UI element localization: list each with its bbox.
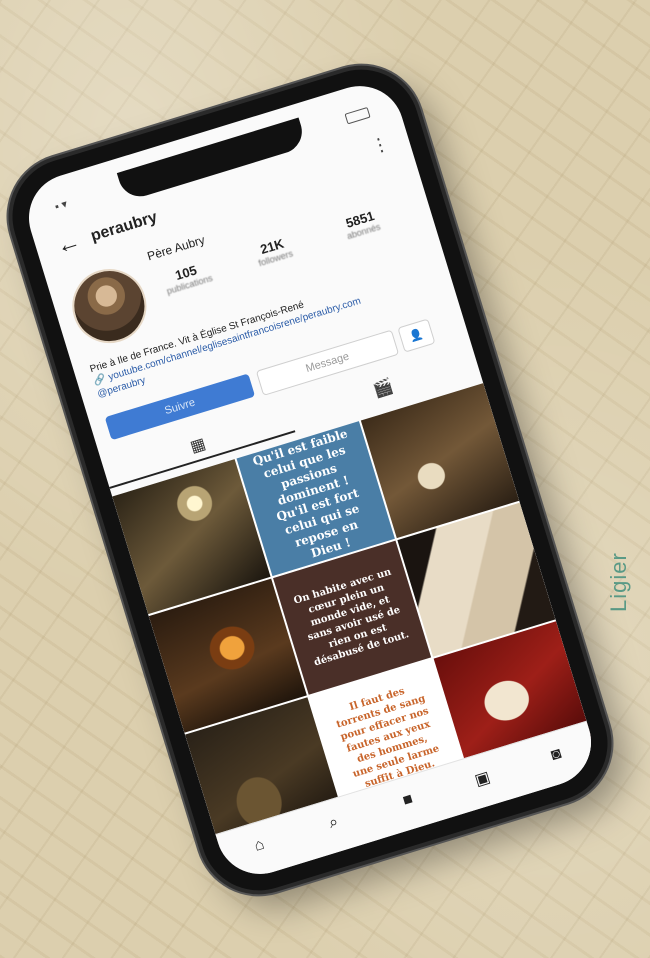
stat-followers[interactable]: 21K followers <box>232 228 316 275</box>
credit-text: Ligier <box>606 552 631 612</box>
avatar[interactable] <box>63 259 156 353</box>
display-name: Père Aubry <box>145 232 207 264</box>
status-signal-icon: ▪ ▾ <box>53 198 69 214</box>
stat-following[interactable]: 5851 abonnés <box>320 201 404 248</box>
back-arrow-icon[interactable]: ← <box>53 227 84 261</box>
stat-posts[interactable]: 105 publications <box>146 254 230 301</box>
shop-icon[interactable]: ▣ <box>442 758 522 800</box>
add-user-icon[interactable]: 👤 <box>397 318 436 353</box>
search-icon[interactable]: ⌕ <box>294 803 373 843</box>
quote-text: Qu'il est faible celui que les passions … <box>251 427 380 571</box>
home-icon[interactable]: ⌂ <box>220 826 299 866</box>
quote-text: On habite avec un cœur plein un monde vi… <box>292 566 412 670</box>
username: peraubry <box>88 208 160 245</box>
profile-icon[interactable]: ◙ <box>517 735 596 775</box>
reels-icon[interactable]: ■ <box>368 780 447 820</box>
battery-icon <box>344 106 371 125</box>
more-options-icon[interactable]: ⋮ <box>369 133 392 158</box>
